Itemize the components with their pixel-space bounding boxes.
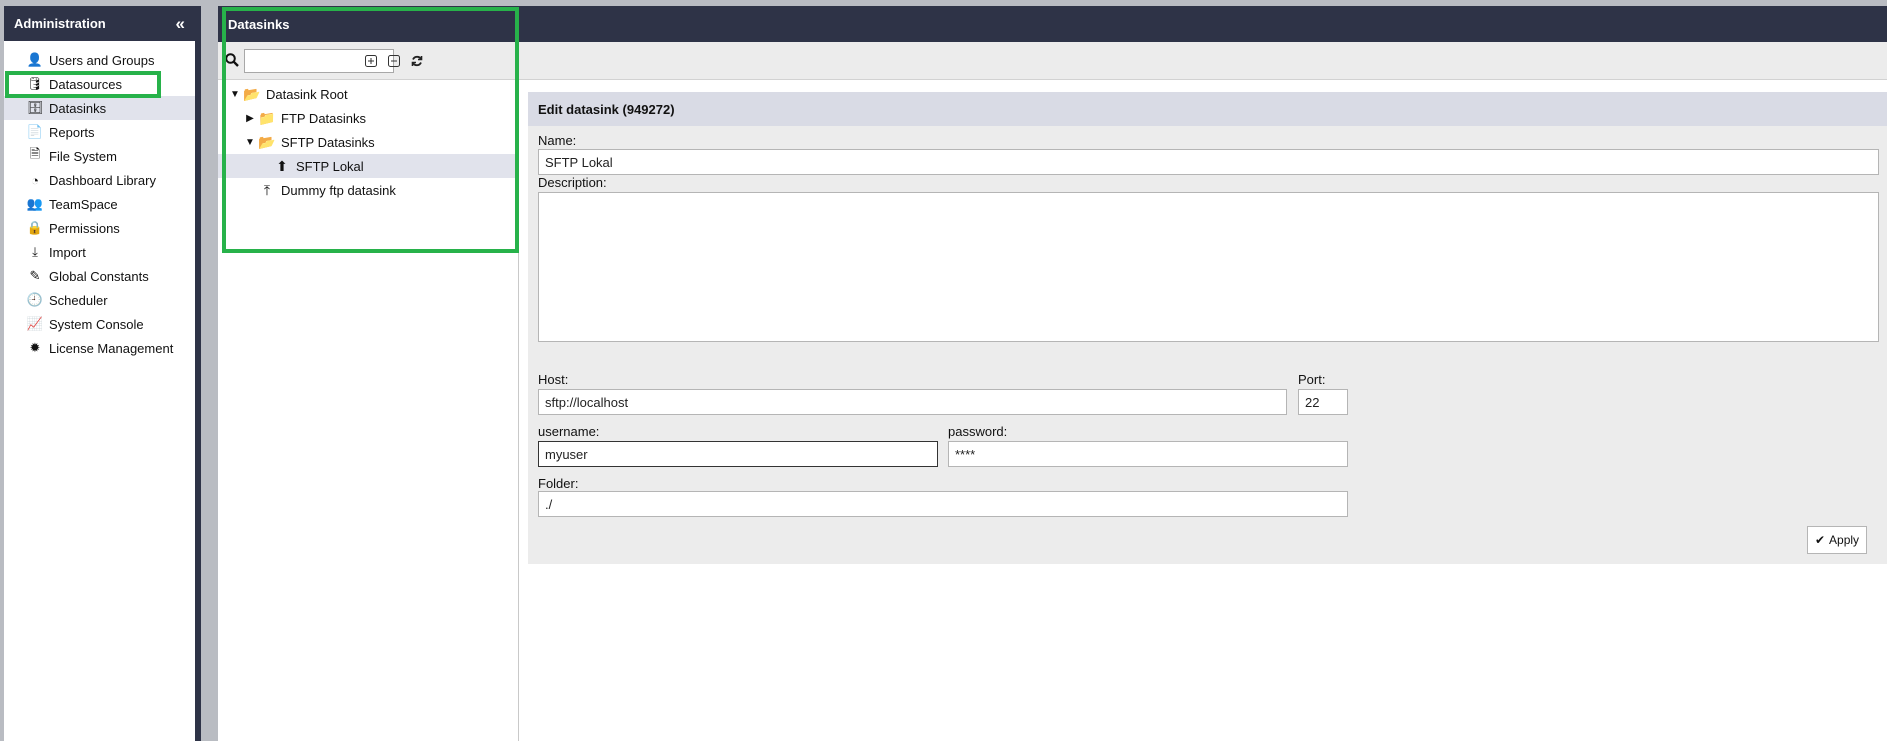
sidebar-item-global-constants[interactable]: ✎ Global Constants [4,264,195,288]
port-label: Port: [1298,372,1326,387]
username-input[interactable] [538,441,938,467]
tree-node-label: Dummy ftp datasink [281,182,396,198]
password-label: password: [948,424,1008,439]
sidebar-item-label: Datasources [49,76,122,92]
caret-right-icon[interactable]: ▶ [243,113,257,124]
tree-node-label: Datasink Root [266,86,348,102]
apply-label: Apply [1829,533,1860,547]
sidebar-item-label: Reports [49,124,95,140]
description-label: Description: [538,175,607,190]
server-icon: 🗄 [26,100,44,115]
area-chart-icon: 📈 [26,316,44,331]
collapse-all-icon[interactable] [385,52,403,70]
edit-icon: ✎ [29,268,41,283]
tree-node-label: FTP Datasinks [281,110,367,126]
sidebar-item-label: Permissions [49,220,120,236]
caret-down-icon[interactable]: ▼ [243,137,257,148]
sidebar-item-label: Datasinks [49,100,107,116]
sidebar-item-label: System Console [49,316,144,332]
name-label: Name: [538,133,577,148]
folder-label: Folder: [538,476,579,491]
username-label: username: [538,424,600,439]
upload-circle-icon: ⬆ [276,157,288,174]
sidebar-item-label: Dashboard Library [49,172,156,188]
certificate-icon: ✹ [29,340,41,355]
sidebar-item-label: Scheduler [49,292,108,308]
folder-input[interactable] [538,491,1348,517]
folder-icon: 📁 [258,109,276,126]
tree-node[interactable]: ⬆ SFTP Lokal [218,154,518,178]
edit-panel-title: Edit datasink (949272) [528,92,1887,126]
tree-node[interactable]: ⤒ Dummy ftp datasink [218,178,518,202]
sidebar-item-reports[interactable]: 📄 Reports [4,120,195,144]
datasinks-module: Datasinks ▼ 📂 Datasink Root ▶ 📁 FTP Datasinks… [218,6,1887,741]
sidebar-item-users-and-groups[interactable]: 👤 Users and Groups [4,48,195,72]
name-input[interactable] [538,149,1879,175]
host-input[interactable] [538,389,1287,415]
check-icon: ✔ [1814,533,1826,547]
sidebar-item-permissions[interactable]: 🔒 Permissions [4,216,195,240]
database-icon: 🛢 [26,76,44,91]
admin-header: Administration « [4,6,195,41]
file-icon: 📄 [26,124,44,139]
sidebar-item-label: Global Constants [49,268,149,284]
admin-title: Administration [14,16,106,31]
sidebar-item-scheduler[interactable]: 🕘 Scheduler [4,288,195,312]
sidebar-item-datasources[interactable]: 🛢 Datasources [4,72,195,96]
dashboard-icon: ◔ [31,172,39,188]
tree-toolbar [218,42,1887,80]
tree-node-label: SFTP Lokal [296,158,364,174]
upload-icon: ⤒ [263,181,271,198]
description-input[interactable] [538,192,1879,342]
refresh-icon[interactable] [408,52,426,70]
sidebar-item-label: TeamSpace [49,196,118,212]
tree-node[interactable]: ▼ 📂 Datasink Root [218,82,518,106]
sidebar-item-import[interactable]: ⤓ Import [4,240,195,264]
sidebar-item-label: License Management [49,340,174,356]
datasink-tree: ▼ 📂 Datasink Root ▶ 📁 FTP Datasinks ▼ 📂 SFTP Dat… [218,80,519,741]
edit-datasink-panel: Edit datasink (949272) Name: Description… [528,92,1887,564]
host-label: Host: [538,372,569,387]
sidebar-item-datasinks[interactable]: 🗄 Datasinks [4,96,195,120]
lock-icon: 🔒 [26,220,44,235]
user-icon: 👤 [26,52,44,67]
folder-open-icon: 📂 [243,85,261,102]
users-icon: 👥 [26,196,44,211]
admin-sidebar: Administration « 👤 Users and Groups 🛢 Datas… [4,6,201,741]
expand-all-icon[interactable] [362,52,380,70]
tree-node-label: SFTP Datasinks [281,134,375,150]
module-title: Datasinks [218,6,1887,42]
sidebar-item-file-system[interactable]: 🗎 File System [4,144,195,168]
folder-open-icon: 📂 [258,133,276,150]
search-icon [225,53,239,71]
tree-node[interactable]: ▶ 📁 FTP Datasinks [218,106,518,130]
sidebar-item-label: Users and Groups [49,52,155,68]
apply-button[interactable]: ✔ Apply [1807,526,1867,554]
sidebar-item-license-management[interactable]: ✹ License Management [4,336,195,360]
collapse-sidebar-icon[interactable]: « [176,14,185,34]
file-text-icon: 🗎 [29,146,41,161]
password-input[interactable] [948,441,1348,467]
sidebar-item-system-console[interactable]: 📈 System Console [4,312,195,336]
admin-nav: 👤 Users and Groups 🛢 Datasources 🗄 Datasinks 📄… [4,41,195,360]
caret-down-icon[interactable]: ▼ [228,89,242,100]
port-input[interactable] [1298,389,1348,415]
sidebar-item-label: Import [49,244,86,260]
download-icon: ⤓ [32,244,38,259]
sidebar-item-teamspace[interactable]: 👥 TeamSpace [4,192,195,216]
clock-icon: 🕘 [26,292,44,307]
sidebar-item-label: File System [49,148,117,164]
sidebar-item-dashboard-library[interactable]: ◔ Dashboard Library [4,168,195,192]
tree-node[interactable]: ▼ 📂 SFTP Datasinks [218,130,518,154]
